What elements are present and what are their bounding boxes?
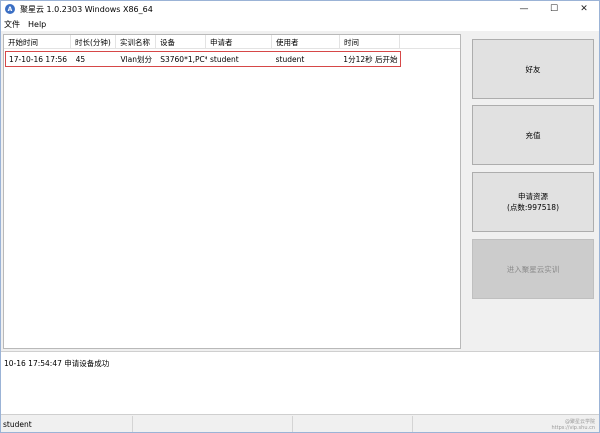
cell-duration: 45: [75, 54, 86, 64]
cell-device: S3760*1,PC*3: [160, 54, 207, 64]
friends-button-label: 好友: [525, 64, 541, 74]
column-header-duration[interactable]: 时长(分钟): [71, 35, 116, 49]
cell-time: 1分12秒 后开始: [343, 54, 398, 64]
watermark-line-2: https://vip.shu.cn: [551, 425, 595, 431]
status-username: student: [1, 416, 133, 432]
apply-resource-button[interactable]: 申请资源 (点数:997518): [472, 172, 594, 232]
cell-user: student: [275, 54, 305, 64]
apply-resource-label: 申请资源: [518, 192, 548, 201]
app-logo-icon: A: [5, 4, 15, 14]
cell-training-name: Vlan划分: [120, 54, 153, 64]
column-header-user[interactable]: 使用者: [272, 35, 340, 49]
close-button[interactable]: ✕: [569, 1, 599, 17]
window-controls: — ☐ ✕: [509, 1, 599, 17]
status-bar: student: [1, 416, 599, 432]
cell-applicant: student: [209, 54, 239, 64]
column-header-training-name[interactable]: 实训名称: [116, 35, 156, 49]
points-balance: (点数:997518): [506, 203, 559, 212]
app-window: A 聚星云 1.0.2303 Windows X86_64 — ☐ ✕ 文件 H…: [0, 0, 600, 433]
table-header: 开始时间 时长(分钟) 实训名称 设备 申请者 使用者 时间: [4, 35, 460, 49]
column-header-device[interactable]: 设备: [156, 35, 206, 49]
recharge-button-label: 充值: [525, 130, 541, 140]
column-header-start-time[interactable]: 开始时间: [4, 35, 71, 49]
status-cell-2: [133, 416, 293, 432]
table-row[interactable]: 17-10-16 17:56 45 Vlan划分 S3760*1,PC*3 st…: [5, 51, 401, 67]
title-bar: A 聚星云 1.0.2303 Windows X86_64 — ☐ ✕: [1, 1, 599, 17]
status-cell-3: [293, 416, 413, 432]
friends-button[interactable]: 好友: [472, 39, 594, 99]
enter-training-button[interactable]: 进入聚星云实训: [472, 239, 594, 299]
column-header-applicant[interactable]: 申请者: [206, 35, 272, 49]
maximize-button[interactable]: ☐: [539, 1, 569, 17]
reservation-table: 开始时间 时长(分钟) 实训名称 设备 申请者 使用者 时间 17-10-16 …: [3, 34, 461, 349]
recharge-button[interactable]: 充值: [472, 105, 594, 165]
menu-help[interactable]: Help: [28, 20, 46, 29]
log-entry: 10-16 17:54:47 申请设备成功: [4, 359, 110, 368]
column-header-time[interactable]: 时间: [340, 35, 400, 49]
menu-file[interactable]: 文件: [4, 19, 20, 30]
enter-training-label: 进入聚星云实训: [506, 264, 560, 274]
cell-start-time: 17-10-16 17:56: [9, 54, 68, 64]
log-panel[interactable]: 10-16 17:54:47 申请设备成功: [1, 351, 599, 415]
watermark: @聚星云学院 https://vip.shu.cn: [552, 419, 595, 431]
minimize-button[interactable]: —: [509, 1, 539, 17]
menu-bar: 文件 Help: [1, 17, 599, 31]
window-title: 聚星云 1.0.2303 Windows X86_64: [20, 4, 153, 14]
